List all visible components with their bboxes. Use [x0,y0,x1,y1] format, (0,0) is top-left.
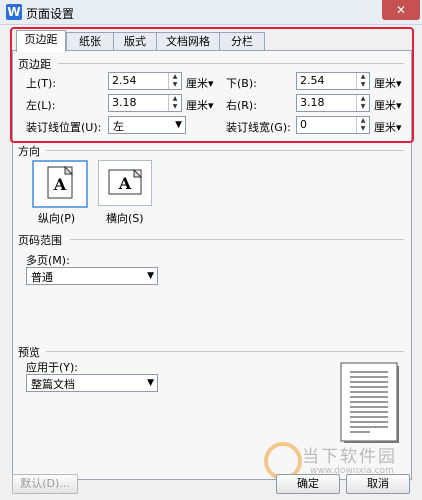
close-button[interactable]: ✕ [382,0,420,20]
multiple-pages-value: 普通 [31,271,53,284]
dropdown-arrow-icon: ▼ [147,271,154,281]
page-range-heading: 页码范围 [18,234,62,247]
portrait-page-icon: A [47,165,74,199]
apply-to-value: 整篇文档 [31,378,75,391]
multiple-pages-select[interactable]: 普通 ▼ [26,267,158,285]
dropdown-arrow-icon: ▼ [147,378,154,388]
default-button[interactable]: 默认(D)... [12,474,78,494]
preview-divider [46,351,404,352]
orientation-heading: 方向 [18,145,40,158]
landscape-page-icon: A [108,168,143,195]
apply-to-select[interactable]: 整篇文档 ▼ [26,374,158,392]
svg-text:A: A [118,174,132,193]
title-bar: W 页面设置 ✕ [0,0,422,25]
landscape-option[interactable]: A [98,160,152,206]
page-range-divider [70,239,404,240]
page-preview-thumbnail [340,362,399,443]
highlight-frame [10,27,414,143]
orientation-divider [46,150,404,151]
watermark-text: 当下软件园 [302,447,397,467]
svg-text:A: A [53,175,67,194]
multiple-pages-label: 多页(M): [26,254,70,267]
ok-button[interactable]: 确定 [276,474,340,494]
landscape-label[interactable]: 横向(S) [106,210,144,226]
preview-heading: 预览 [18,346,40,359]
portrait-option[interactable]: A [32,160,88,208]
portrait-label[interactable]: 纵向(P) [38,210,75,226]
cancel-button[interactable]: 取消 [346,474,410,494]
wps-app-icon: W [6,4,22,20]
window-title: 页面设置 [26,7,75,21]
apply-to-label: 应用于(Y): [26,361,79,374]
